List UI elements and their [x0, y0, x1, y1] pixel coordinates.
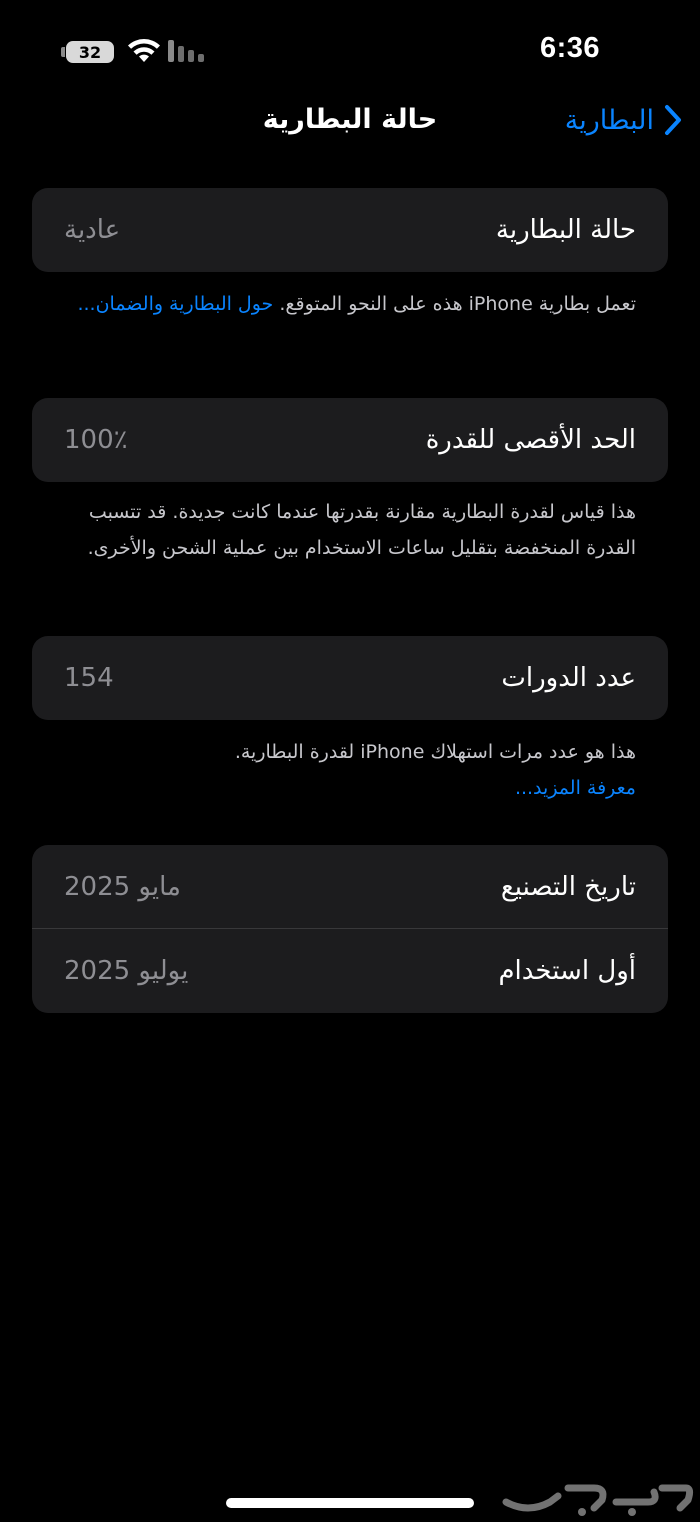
battery-warranty-link[interactable]: حول البطارية والضمان... — [77, 293, 273, 315]
cycle-count-card: عدد الدورات 154 — [32, 636, 668, 720]
clock: 6:36 — [539, 32, 600, 64]
wifi-icon — [127, 38, 161, 68]
first-use-label: أول استخدام — [498, 956, 636, 986]
battery-indicator: 32 — [66, 41, 114, 63]
learn-more-link[interactable]: معرفة المزيد... — [60, 770, 636, 806]
status-bar: 32 6:36 — [0, 0, 700, 100]
page-title: حالة البطارية — [262, 104, 438, 135]
maximum-capacity-footnote: هذا قياس لقدرة البطارية مقارنة بقدرتها ع… — [87, 501, 636, 559]
cycle-count-row: عدد الدورات 154 — [32, 636, 668, 720]
battery-health-value: عادية — [64, 215, 121, 245]
maximum-capacity-label: الحد الأقصى للقدرة — [425, 425, 636, 455]
cellular-signal-icon — [168, 40, 204, 62]
haraj-watermark-logo — [498, 1472, 694, 1518]
maximum-capacity-card: الحد الأقصى للقدرة 100٪ — [32, 398, 668, 482]
cycle-count-footnote: هذا هو عدد مرات استهلاك iPhone لقدرة الب… — [60, 734, 636, 806]
battery-health-description: تعمل بطارية iPhone هذه على النحو المتوقع… — [273, 293, 636, 315]
battery-level: 32 — [78, 42, 102, 62]
first-use-value: يوليو 2025 — [64, 956, 189, 986]
battery-dates-card: تاريخ التصنيع مايو 2025 أول استخدام يولي… — [32, 845, 668, 1013]
maximum-capacity-row: الحد الأقصى للقدرة 100٪ — [32, 398, 668, 482]
battery-health-row: حالة البطارية عادية — [32, 188, 668, 272]
battery-health-footnote: تعمل بطارية iPhone هذه على النحو المتوقع… — [60, 286, 636, 322]
battery-health-card: حالة البطارية عادية — [32, 188, 668, 272]
cycle-count-value: 154 — [64, 663, 114, 693]
first-use-row: أول استخدام يوليو 2025 — [32, 929, 668, 1013]
manufacture-date-value: مايو 2025 — [64, 872, 181, 902]
manufacture-date-row: تاريخ التصنيع مايو 2025 — [32, 845, 668, 929]
battery-health-label: حالة البطارية — [495, 215, 636, 245]
manufacture-date-label: تاريخ التصنيع — [500, 872, 636, 902]
maximum-capacity-value: 100٪ — [64, 425, 128, 455]
navigation-bar: البطارية حالة البطارية — [0, 96, 700, 152]
battery-nub — [61, 47, 65, 57]
cycle-count-label: عدد الدورات — [501, 663, 636, 693]
cycle-count-description: هذا هو عدد مرات استهلاك iPhone لقدرة الب… — [234, 741, 636, 763]
home-indicator[interactable] — [226, 1498, 474, 1508]
